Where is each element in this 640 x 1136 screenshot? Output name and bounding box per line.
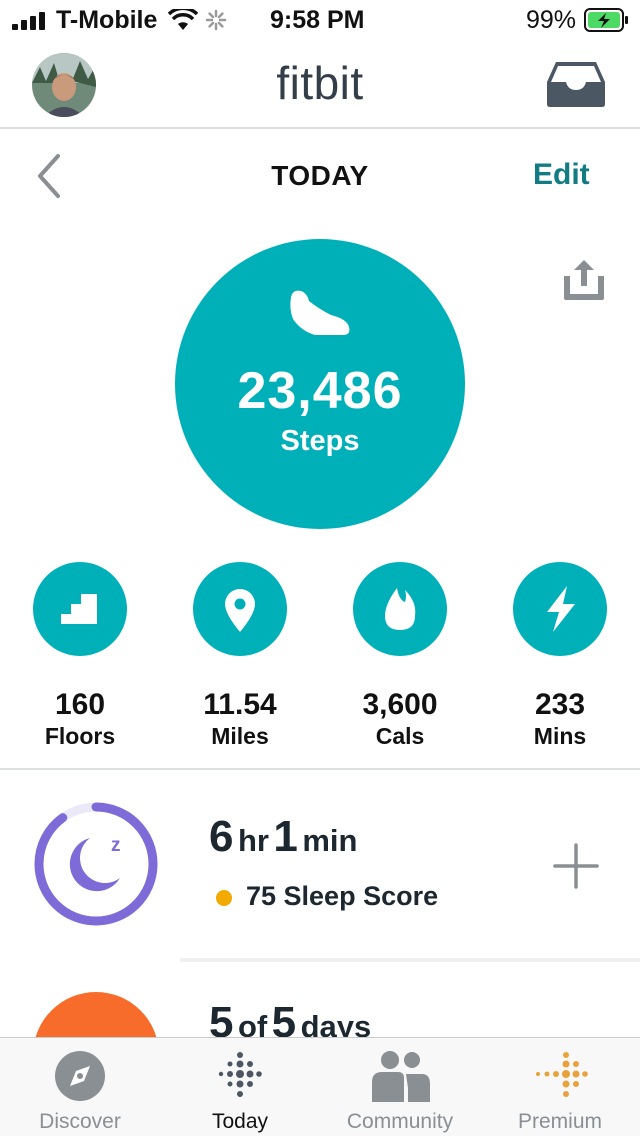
calories-value: 3,600	[362, 688, 438, 721]
flame-icon	[385, 588, 416, 630]
card-separator	[180, 958, 640, 962]
signal-icon	[12, 12, 45, 30]
sleep-minutes: 1	[273, 812, 298, 861]
sleep-ring[interactable]: z	[32, 800, 160, 928]
shoe-icon	[290, 290, 350, 335]
inbox-icon[interactable]	[546, 60, 606, 108]
floors-label: Floors	[44, 723, 116, 749]
miles-label: Miles	[211, 723, 269, 749]
carrier-name: T-Mobile	[56, 6, 158, 34]
calories-tile[interactable]	[353, 562, 447, 656]
calories-label: Cals	[375, 723, 425, 749]
steps-label: Steps	[280, 425, 360, 457]
header-divider	[0, 127, 640, 129]
clock-time: 9:58 PM	[270, 6, 365, 34]
tab-community[interactable]: Community	[320, 1038, 480, 1136]
stairs-icon	[61, 594, 97, 624]
status-bar: T-Mobile 9:58 PM 99%	[0, 0, 640, 40]
steps-value: 23,486	[237, 362, 403, 420]
add-sleep-icon[interactable]	[553, 843, 599, 889]
sleep-progress-arc	[34, 802, 158, 926]
activity-spinner-icon	[205, 9, 227, 31]
stats-divider	[0, 768, 640, 770]
sleep-minutes-unit: min	[302, 823, 358, 858]
share-icon[interactable]	[560, 258, 608, 302]
sleep-score-dot	[216, 890, 232, 906]
active-minutes-tile[interactable]	[513, 562, 607, 656]
floors-value: 160	[54, 688, 106, 721]
fitbit-logo: fitbit	[276, 57, 364, 109]
floors-tile[interactable]	[33, 562, 127, 656]
compass-icon	[55, 1051, 105, 1101]
distance-tile[interactable]	[193, 562, 287, 656]
battery-charging-icon	[584, 8, 628, 32]
sleep-duration: 6 hr 1 min	[209, 812, 357, 862]
steps-tile[interactable]: 23,486 Steps	[175, 239, 465, 529]
tab-premium[interactable]: Premium	[480, 1038, 640, 1136]
tab-today[interactable]: Today	[160, 1038, 320, 1136]
sleep-hours: 6	[209, 812, 234, 861]
sleep-hours-unit: hr	[237, 823, 269, 858]
minutes-value: 233	[534, 688, 586, 721]
tab-bar: Discover Today Community Premium	[0, 1037, 640, 1136]
tab-today-label: Today	[211, 1110, 269, 1133]
zzz-icon: z	[111, 835, 121, 856]
lightning-icon	[547, 586, 575, 632]
wifi-icon	[168, 9, 198, 30]
fitbit-dots-icon	[218, 1052, 262, 1097]
premium-dots-icon	[536, 1052, 588, 1097]
tab-discover-label: Discover	[39, 1110, 121, 1133]
battery-percentage: 99%	[526, 6, 577, 34]
minutes-label: Mins	[533, 723, 587, 749]
community-icon	[372, 1051, 430, 1102]
edit-button[interactable]: Edit	[533, 158, 590, 192]
tab-community-label: Community	[346, 1110, 454, 1133]
location-pin-icon	[225, 589, 255, 632]
tab-discover[interactable]: Discover	[0, 1038, 160, 1136]
sleep-score: 75 Sleep Score	[246, 881, 439, 911]
miles-value: 11.54	[203, 688, 277, 721]
tab-premium-label: Premium	[517, 1110, 602, 1133]
